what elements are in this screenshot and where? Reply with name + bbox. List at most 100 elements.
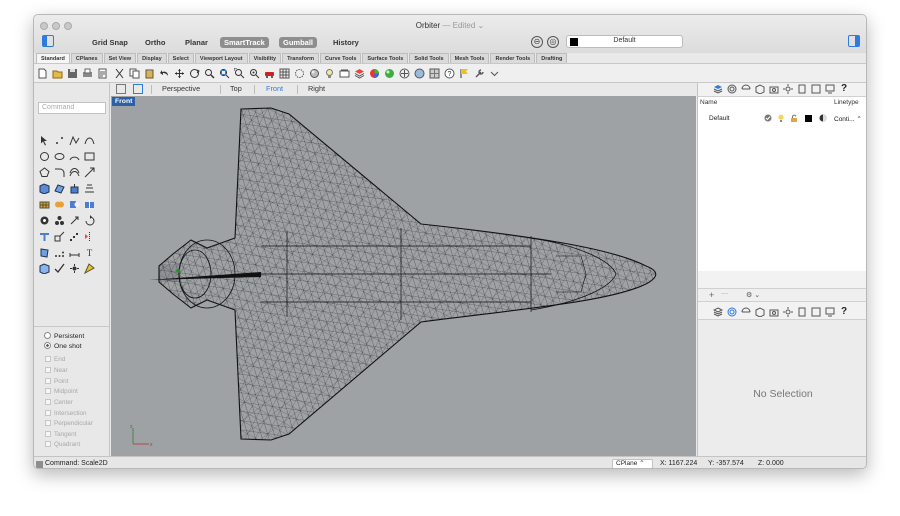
- tab-set-view[interactable]: Set View: [103, 53, 137, 63]
- environment-icon[interactable]: [414, 68, 425, 79]
- surface-icon[interactable]: [54, 183, 65, 194]
- tab-surface-tools[interactable]: Surface Tools: [362, 53, 409, 63]
- front-viewport[interactable]: Front x z: [111, 96, 696, 456]
- notes-tab-icon[interactable]: [797, 84, 807, 94]
- tab-render-tools[interactable]: Render Tools: [490, 53, 536, 63]
- properties-icon[interactable]: [97, 68, 108, 79]
- tab-mesh-tools[interactable]: Mesh Tools: [449, 53, 490, 63]
- lights-tab-icon[interactable]: [783, 307, 793, 317]
- snap-center[interactable]: Center: [45, 399, 73, 406]
- curve-icon[interactable]: [84, 135, 95, 146]
- color-wheel-icon[interactable]: [369, 68, 380, 79]
- point-icon[interactable]: [54, 135, 65, 146]
- block-tab-icon[interactable]: [755, 84, 765, 94]
- column-header-linetype[interactable]: Linetype: [834, 99, 859, 106]
- material-sphere-icon[interactable]: [384, 68, 395, 79]
- snap-tangent[interactable]: Tangent: [45, 431, 76, 438]
- object-tab-icon[interactable]: [741, 307, 751, 317]
- boolean-difference-icon[interactable]: [69, 199, 80, 210]
- dimension-icon[interactable]: [69, 247, 80, 258]
- zoom-icon[interactable]: [204, 68, 215, 79]
- lights-tab-icon[interactable]: [783, 84, 793, 94]
- render-tool-icon[interactable]: [84, 263, 95, 274]
- add-layer-button[interactable]: +: [709, 290, 714, 300]
- monitor-tab-icon[interactable]: [825, 84, 835, 94]
- camera-tab-icon[interactable]: [769, 84, 779, 94]
- tab-curve-tools[interactable]: Curve Tools: [320, 53, 362, 63]
- circle-icon[interactable]: [39, 151, 50, 162]
- snap-point[interactable]: Point: [45, 378, 68, 385]
- layer-color-swatch[interactable]: [805, 115, 812, 122]
- tab-transform[interactable]: Transform: [282, 53, 320, 63]
- loft-icon[interactable]: [84, 183, 95, 194]
- target-icon[interactable]: ◎: [547, 36, 559, 48]
- cplane-selector[interactable]: CPlane ⌃: [612, 459, 653, 468]
- help-tab-icon[interactable]: ?: [841, 306, 851, 317]
- array-icon[interactable]: [69, 231, 80, 242]
- smarttrack-toggle[interactable]: SmartTrack: [220, 37, 269, 48]
- render-tab-icon[interactable]: [811, 84, 821, 94]
- smart-point-icon[interactable]: [69, 263, 80, 274]
- grid-snap-toggle[interactable]: Grid Snap: [88, 37, 132, 48]
- snap-intersection-checkbox[interactable]: [45, 410, 51, 416]
- save-icon[interactable]: [67, 68, 78, 79]
- snap-end[interactable]: End: [45, 356, 65, 363]
- print-icon[interactable]: [82, 68, 93, 79]
- layers-tool-icon[interactable]: [354, 68, 365, 79]
- zoom-selected-icon[interactable]: [249, 68, 260, 79]
- shaded-view-icon[interactable]: [309, 68, 320, 79]
- command-input[interactable]: Command: [38, 102, 106, 114]
- monitor-tab-icon[interactable]: [825, 307, 835, 317]
- flag-icon[interactable]: [459, 68, 470, 79]
- help-tab-icon[interactable]: ?: [841, 83, 851, 94]
- layer-options-button[interactable]: ⚙ ⌄: [746, 291, 760, 299]
- notes-tab-icon[interactable]: [797, 307, 807, 317]
- boolean-union-icon[interactable]: [54, 199, 65, 210]
- tab-drafting[interactable]: Drafting: [536, 53, 568, 63]
- move-icon[interactable]: [69, 215, 80, 226]
- object-snap-icon[interactable]: ⊖: [531, 36, 543, 48]
- ortho-toggle[interactable]: Ortho: [141, 37, 169, 48]
- check-icon[interactable]: [54, 263, 65, 274]
- tab-right[interactable]: Right: [308, 84, 325, 93]
- snap-midpoint-checkbox[interactable]: [45, 388, 51, 394]
- trim-icon[interactable]: [39, 231, 50, 242]
- wrench-icon[interactable]: [474, 68, 485, 79]
- copy-icon[interactable]: [129, 68, 140, 79]
- polyline-icon[interactable]: [69, 135, 80, 146]
- cage-edit-icon[interactable]: [39, 247, 50, 258]
- toggle-left-sidebar-icon[interactable]: [42, 35, 54, 47]
- tab-perspective[interactable]: Perspective: [162, 84, 200, 93]
- snap-end-checkbox[interactable]: [45, 356, 51, 362]
- snap-near-checkbox[interactable]: [45, 367, 51, 373]
- analyze-icon[interactable]: [39, 215, 50, 226]
- snap-perpendicular-checkbox[interactable]: [45, 420, 51, 426]
- edited-indicator[interactable]: — Edited ⌄: [442, 21, 484, 30]
- snap-center-checkbox[interactable]: [45, 399, 51, 405]
- tab-cplanes[interactable]: CPlanes: [70, 53, 103, 63]
- open-folder-icon[interactable]: [52, 68, 63, 79]
- scale-icon[interactable]: [54, 231, 65, 242]
- dots-grid-icon[interactable]: [54, 247, 65, 258]
- single-viewport-icon[interactable]: [133, 84, 143, 94]
- light-bulb-icon[interactable]: [324, 68, 335, 79]
- current-layer-dropdown[interactable]: Default: [566, 35, 683, 48]
- snap-tangent-checkbox[interactable]: [45, 431, 51, 437]
- extrude-icon[interactable]: [69, 183, 80, 194]
- object-properties-icon[interactable]: [339, 68, 350, 79]
- four-viewports-icon[interactable]: [116, 84, 126, 94]
- current-layer-check-icon[interactable]: [764, 114, 772, 122]
- gumball-toggle[interactable]: Gumball: [279, 37, 318, 48]
- snap-perpendicular[interactable]: Perpendicular: [45, 420, 93, 427]
- boolean-split-icon[interactable]: [84, 199, 95, 210]
- remove-layer-button[interactable]: —: [721, 290, 728, 297]
- new-file-icon[interactable]: [37, 68, 48, 79]
- snap-near[interactable]: Near: [45, 367, 68, 374]
- block-tab-icon[interactable]: [755, 307, 765, 317]
- display-tab-icon[interactable]: [727, 84, 737, 94]
- tab-visibility[interactable]: Visibility: [248, 53, 282, 63]
- one-shot-radio[interactable]: [44, 342, 51, 349]
- layer-linetype[interactable]: Conti... ⌃: [834, 115, 862, 123]
- column-header-name[interactable]: Name: [700, 99, 717, 106]
- command-history-icon[interactable]: [36, 461, 43, 468]
